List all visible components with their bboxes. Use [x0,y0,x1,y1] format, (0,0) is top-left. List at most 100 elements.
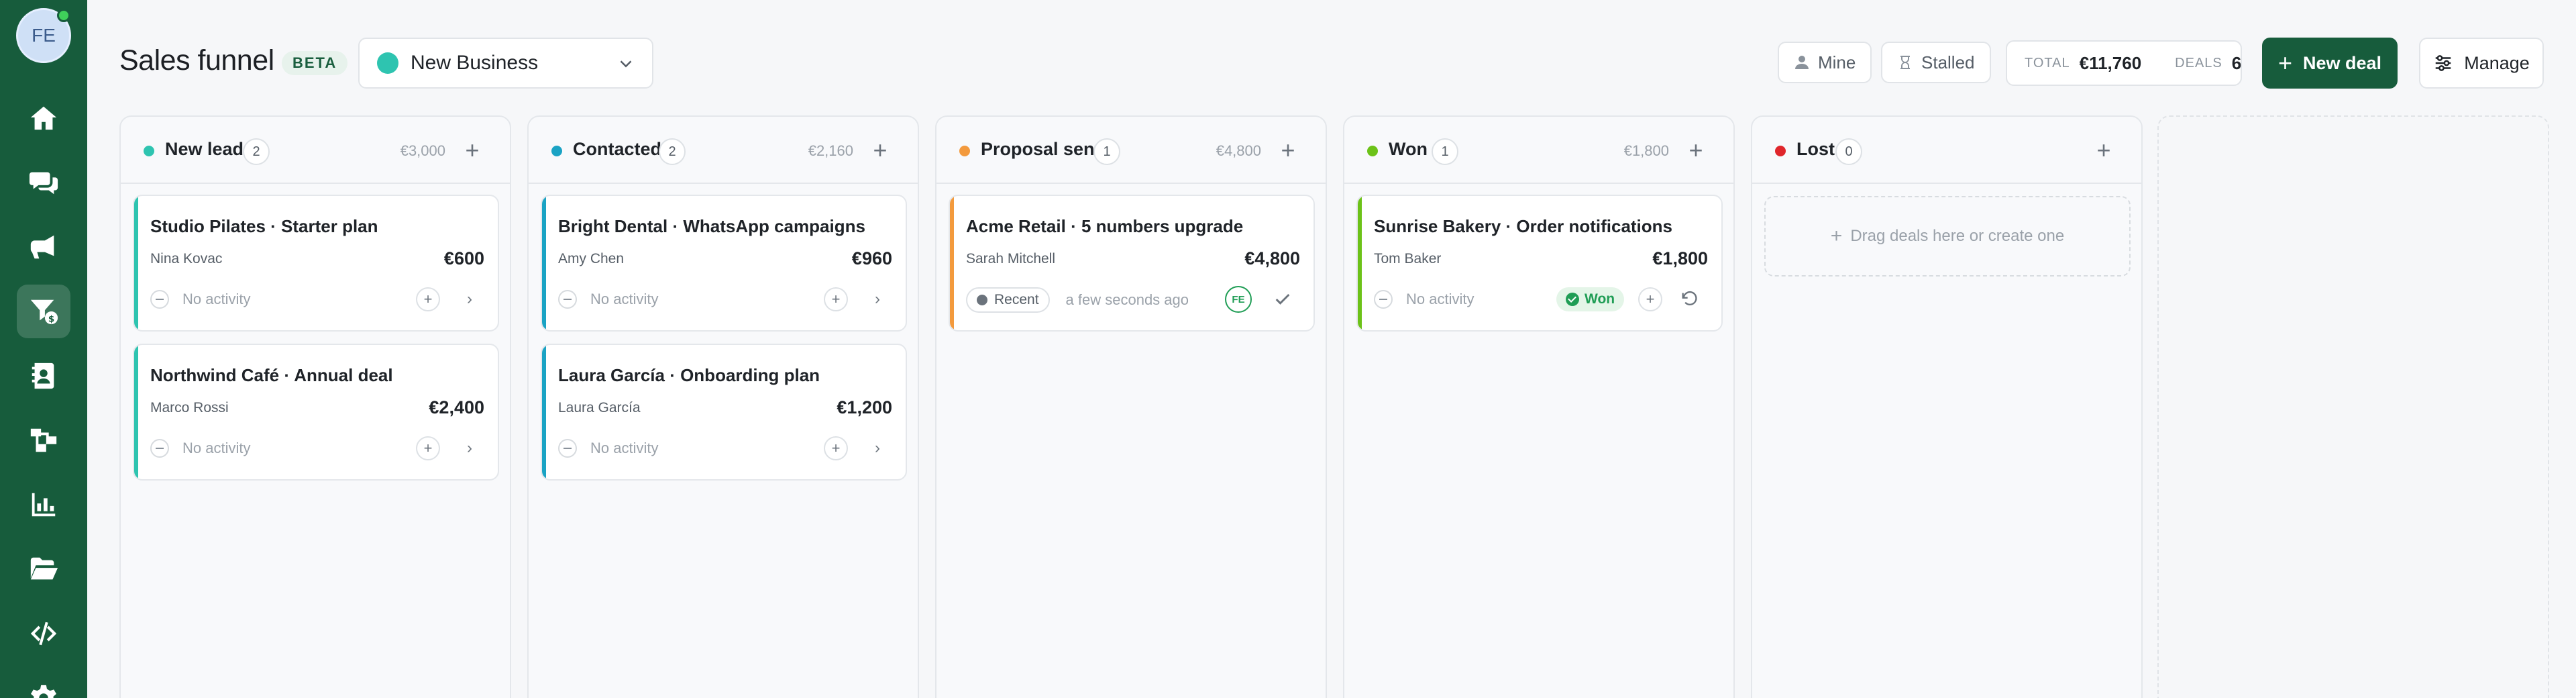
sidebar: FE $ [0,0,87,698]
chevron-right-icon[interactable]: › [458,436,482,460]
deal-activity: No activity [558,439,658,458]
stage-count: 2 [243,138,270,165]
total-label: TOTAL [2025,55,2070,70]
check-circle-icon [1566,293,1579,306]
nav-sales-funnel[interactable]: $ [17,285,70,338]
stage-title: Won [1389,139,1428,159]
card-accent [134,196,138,330]
filter-stalled-button[interactable]: Stalled [1881,42,1991,83]
nav-chat[interactable] [17,156,70,209]
add-deal-button[interactable]: + [865,136,895,165]
recent-dot-icon [977,295,987,305]
pipeline-color-swatch [377,52,398,74]
deal-value: €2,400 [429,397,484,417]
add-stage-placeholder[interactable] [2157,115,2549,698]
funnel-dollar-icon: $ [30,299,58,324]
flow-icon [30,428,57,452]
undo-glyph [1682,291,1697,305]
add-activity-button[interactable]: + [416,287,440,311]
deal-card[interactable]: Bright Dental · WhatsApp campaigns Amy C… [541,195,907,332]
deal-activity: No activity [150,439,250,458]
deal-title: Laura García · Onboarding plan [558,365,820,385]
stage-amount: €4,800 [1216,142,1261,159]
card-accent [542,345,546,479]
stage-amount: €3,000 [400,142,445,159]
deal-value: €1,200 [837,397,892,417]
activity-label: No activity [1406,291,1474,307]
deal-title: Studio Pilates · Starter plan [150,216,378,236]
deal-card[interactable]: Laura García · Onboarding plan Laura Gar… [541,344,907,481]
stage-amount: €1,800 [1623,142,1669,159]
deal-value: €4,800 [1244,248,1300,268]
svg-text:$: $ [48,314,54,324]
stage-color-dot [551,146,562,156]
no-activity-icon [150,290,169,309]
deal-card[interactable]: Sunrise Bakery · Order notifications Tom… [1356,195,1723,332]
add-deal-button[interactable]: + [1681,136,1711,165]
nav-contacts[interactable] [17,349,70,403]
gear-icon [31,685,56,698]
add-deal-button[interactable]: + [2089,136,2118,165]
manage-button[interactable]: Manage [2419,38,2544,89]
stage-color-dot [144,146,154,156]
deal-activity: No activity [150,290,250,309]
owner-avatar[interactable]: FE [1225,286,1252,313]
new-deal-button[interactable]: + New deal [2262,38,2398,89]
stage-title: Contacted [573,139,662,159]
add-deal-button[interactable]: + [458,136,487,165]
stage-title: Proposal sent [981,139,1101,159]
chevron-right-icon[interactable]: › [458,287,482,311]
deal-card[interactable]: Studio Pilates · Starter plan Nina Kovac… [133,195,499,332]
stage-count: 2 [659,138,686,165]
add-activity-button[interactable]: + [416,436,440,460]
won-status-badge: Won [1556,287,1625,311]
deal-activity: No activity [558,290,658,309]
stage-count: 0 [1835,138,1862,165]
nav-settings[interactable] [17,671,70,698]
no-activity-icon [1374,290,1393,309]
pipeline-select-label: New Business [411,52,539,74]
filter-stalled-label: Stalled [1921,52,1975,72]
stage-title: Lost [1796,139,1835,159]
recent-activity-pill[interactable]: Recent [966,287,1050,313]
stage-color-dot [1367,146,1378,156]
chat-icon [29,172,58,195]
nav-home[interactable] [17,91,70,145]
activity-time: a few seconds ago [1065,291,1189,308]
pipeline-select[interactable]: New Business [358,38,653,89]
nav-files[interactable] [17,542,70,596]
user-icon [1795,56,1809,69]
stage-column-proposal-sent: Proposal sent 1 €4,800 + Acme Retail · 5… [935,115,1327,698]
check-icon[interactable] [1271,287,1295,311]
stage-header: Won 1 €1,800 + [1344,117,1733,184]
card-accent [134,345,138,479]
stage-header: Lost 0 + [1752,117,2141,184]
add-deal-button[interactable]: + [1273,136,1303,165]
chevron-right-icon[interactable]: › [865,436,890,460]
deal-title: Northwind Café · Annual deal [150,365,393,385]
filter-mine-button[interactable]: Mine [1778,42,1872,83]
undo-icon[interactable] [1677,287,1701,311]
add-activity-button[interactable]: + [824,287,848,311]
empty-drop-zone[interactable]: + Drag deals here or create one [1764,196,2131,277]
chart-icon [32,493,56,517]
add-activity-button[interactable]: + [1638,287,1662,311]
stage-color-dot [959,146,970,156]
nav-developer[interactable] [17,607,70,660]
chevron-right-icon[interactable]: › [865,287,890,311]
stage-column-new-lead: New lead 2 €3,000 + Studio Pilates · Sta… [119,115,511,698]
stage-header: New lead 2 €3,000 + [121,117,510,184]
sliders-icon [2435,55,2451,71]
new-deal-label: New deal [2302,52,2382,73]
nav-reports[interactable] [17,478,70,532]
add-activity-button[interactable]: + [824,436,848,460]
user-avatar[interactable]: FE [16,8,71,63]
nav-campaigns[interactable] [17,220,70,274]
plus-icon: + [1830,225,1843,247]
no-activity-icon [558,439,577,458]
deal-card[interactable]: Northwind Café · Annual deal Marco Rossi… [133,344,499,481]
deal-card[interactable]: Acme Retail · 5 numbers upgrade Sarah Mi… [949,195,1315,332]
deal-contact: Tom Baker [1374,251,1442,266]
activity-label: No activity [590,440,659,456]
nav-flows[interactable] [17,413,70,467]
